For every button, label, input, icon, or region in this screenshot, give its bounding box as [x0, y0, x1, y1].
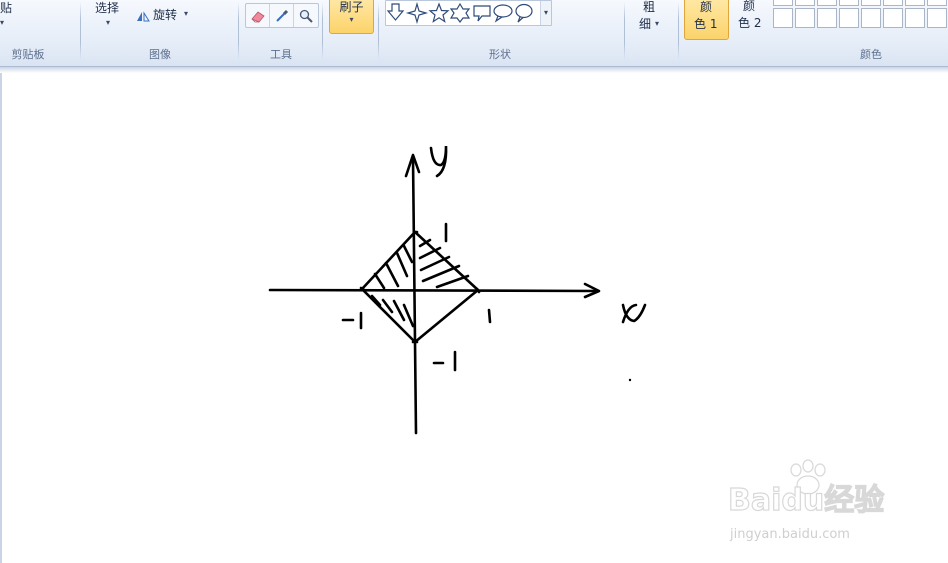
y-axis-label: y — [433, 143, 434, 144]
size-dropdown-icon[interactable]: ▾ — [655, 19, 659, 28]
magnifier-button[interactable] — [294, 4, 317, 27]
color2-label-line2: 色 2 — [738, 16, 762, 30]
label-right-glyph — [487, 308, 492, 324]
color-swatch[interactable] — [817, 8, 837, 28]
color1-label-line2: 色 1 — [694, 17, 718, 31]
rect-callout-shape-icon[interactable] — [473, 5, 491, 22]
rotate-dropdown-icon[interactable]: ▾ — [184, 9, 188, 18]
hatch-lines — [418, 238, 470, 289]
color1-button[interactable]: 颜 色 1 — [684, 0, 729, 40]
watermark-brand: Baidu经验 — [728, 483, 884, 518]
watermark-url: jingyan.baidu.com — [729, 527, 850, 542]
color-swatch[interactable] — [927, 8, 947, 28]
color-swatch[interactable] — [773, 0, 793, 6]
group-label-shapes: 形状 — [489, 48, 511, 61]
stray-dot — [628, 378, 632, 382]
color-swatch[interactable] — [817, 0, 837, 6]
hatch-lines — [370, 294, 415, 328]
color-swatch[interactable] — [839, 8, 859, 28]
group-separator — [80, 2, 81, 60]
hatch-lines — [373, 244, 414, 290]
label-right-value: 1 — [489, 313, 490, 314]
brush-dropdown-icon: ▾ — [349, 15, 354, 24]
baidu-watermark: Baidu经验 jingyan.baidu.com — [727, 458, 908, 552]
select-button[interactable]: 选择 — [95, 0, 119, 16]
tick-marks — [359, 230, 481, 344]
color-picker-icon — [275, 9, 288, 22]
eraser-button[interactable] — [246, 4, 270, 27]
label-left-value: -1 — [345, 316, 346, 317]
six-point-star-shape-icon[interactable] — [449, 2, 471, 23]
select-dropdown-icon[interactable]: ▾ — [106, 18, 110, 27]
color-swatch[interactable] — [861, 0, 881, 6]
group-label-image: 图像 — [149, 48, 171, 61]
label-bottom-value: -1 — [436, 358, 437, 359]
color-swatch[interactable] — [795, 8, 815, 28]
x-axis-label: x — [625, 305, 626, 306]
x-axis-line — [268, 288, 600, 293]
rotate-icon — [136, 7, 150, 26]
five-point-star-shape-icon[interactable] — [428, 2, 450, 23]
color-swatch[interactable] — [905, 0, 925, 6]
color-swatch[interactable] — [795, 0, 815, 6]
x-label-glyph — [621, 303, 647, 324]
cloud-callout-shape-icon[interactable] — [515, 3, 533, 23]
group-separator — [378, 2, 379, 60]
four-point-star-shape-icon[interactable] — [405, 1, 429, 25]
color1-label-line1: 颜 — [700, 0, 713, 14]
y-label-glyph — [429, 145, 448, 178]
group-label-colors: 颜色 — [860, 48, 882, 61]
shapes-more-dropdown-icon[interactable]: ▾ — [540, 1, 551, 25]
arrow-down-shape-icon[interactable] — [386, 3, 405, 21]
color-swatch[interactable] — [861, 8, 881, 28]
brush-button[interactable]: 刷子 ▾ — [329, 0, 374, 34]
group-separator — [624, 2, 625, 60]
group-label-tools: 工具 — [270, 48, 292, 61]
color2-button[interactable]: 颜 — [743, 0, 755, 14]
magnifier-icon — [299, 9, 313, 23]
group-label-clipboard: 剪贴板 — [11, 48, 45, 61]
tools-strip — [245, 3, 319, 28]
group-separator — [238, 2, 239, 60]
color-swatch[interactable] — [773, 8, 793, 28]
color-palette — [773, 0, 947, 28]
size-label-line2: 细 — [639, 17, 652, 31]
color-swatch[interactable] — [927, 0, 947, 6]
color-swatch[interactable] — [883, 0, 903, 6]
eraser-icon — [250, 10, 265, 22]
label-bottom-glyph — [432, 350, 457, 372]
brush-label: 刷子 — [339, 0, 364, 14]
group-separator — [322, 2, 323, 60]
size-button[interactable]: 粗 — [643, 0, 655, 15]
y-axis-line — [411, 156, 418, 435]
color-swatch[interactable] — [883, 8, 903, 28]
color-swatch[interactable] — [839, 0, 859, 6]
paste-button[interactable]: 贴 — [0, 0, 12, 16]
color-picker-button[interactable] — [270, 4, 294, 27]
oval-callout-shape-icon[interactable] — [493, 4, 513, 23]
group-separator — [678, 2, 679, 60]
color-swatch[interactable] — [905, 8, 925, 28]
diamond-region — [360, 230, 480, 344]
rotate-button[interactable]: 旋转 — [153, 6, 177, 23]
ribbon-toolbar: 贴 ▾ 剪贴板 选择 ▾ 旋转 ▾ 图像 工具 刷子 ▾ ▾ 形状 粗 细 ▾ … — [0, 0, 948, 67]
label-top-value: 1 — [446, 226, 447, 227]
shapes-gallery[interactable]: ▾ — [385, 0, 552, 26]
paste-dropdown-icon[interactable]: ▾ — [0, 18, 4, 27]
